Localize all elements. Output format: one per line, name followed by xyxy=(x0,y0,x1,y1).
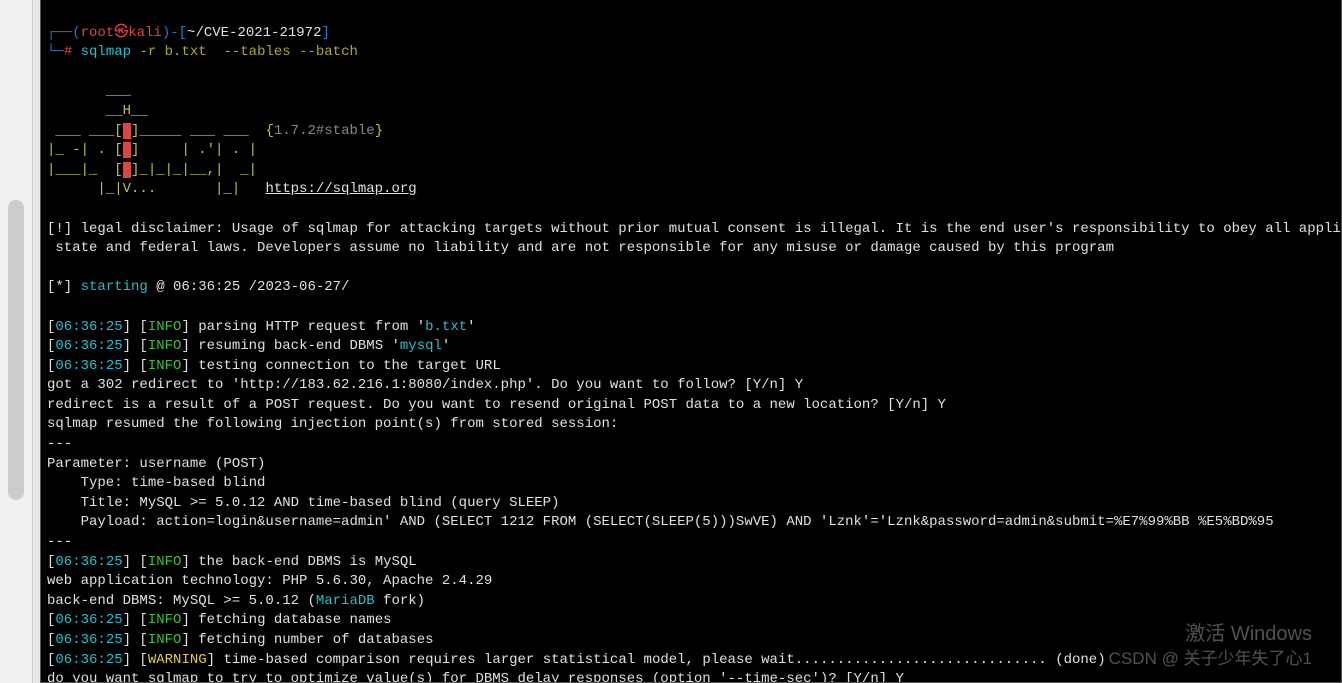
legal-disclaimer: [!] legal disclaimer: Usage of sqlmap fo… xyxy=(47,221,1342,257)
ascii-l5: |___|_ [']_|_|_|__,| _| xyxy=(47,162,257,178)
log-line: [06:36:25] [INFO] parsing HTTP request f… xyxy=(47,319,476,335)
prompt-user: root xyxy=(81,25,115,41)
parameter-block: Parameter: username (POST) Type: time-ba… xyxy=(47,456,1274,531)
log-line: [06:36:25] [INFO] testing connection to … xyxy=(47,358,501,374)
prompt-close: )-[ xyxy=(162,25,187,41)
prompt-corner: ┌──( xyxy=(47,25,81,41)
tech-line: web application technology: PHP 5.6.30, … xyxy=(47,573,492,589)
prompt-hash: # xyxy=(64,44,72,60)
prompt-host: kali xyxy=(128,25,162,41)
cmd-args: -r b.txt --tables --batch xyxy=(139,44,357,60)
cmd-name: sqlmap xyxy=(81,44,131,60)
left-scrollbar-track xyxy=(0,0,33,683)
ascii-l6: |_|V... |_| https://sqlmap.org xyxy=(47,181,417,197)
ascii-l1: ___ xyxy=(47,83,131,99)
separator: --- xyxy=(47,534,72,550)
starting-line: [*] starting @ 06:36:25 /2023-06-27/ xyxy=(47,279,349,295)
ascii-l2: __H__ xyxy=(47,103,148,119)
prompt-line-1: ┌──(root㉿kali)-[~/CVE-2021-21972] xyxy=(47,25,330,41)
plain-text: got a 302 redirect to 'http://183.62.216… xyxy=(47,377,803,393)
backend-line: back-end DBMS: MySQL >= 5.0.12 (MariaDB … xyxy=(47,593,425,609)
separator: --- xyxy=(47,436,72,452)
prompt-path: ~/CVE-2021-21972 xyxy=(187,25,321,41)
prompt-l2-prefix: └─ xyxy=(47,44,64,60)
log-line: [06:36:25] [INFO] fetching database name… xyxy=(47,612,392,628)
log-line: [06:36:25] [INFO] resuming back-end DBMS… xyxy=(47,338,450,354)
plain-text: redirect is a result of a POST request. … xyxy=(47,397,946,413)
sqlmap-url[interactable]: https://sqlmap.org xyxy=(265,181,416,197)
log-line: [06:36:25] [INFO] the back-end DBMS is M… xyxy=(47,554,417,570)
prompt-line-2: └─# sqlmap -r b.txt --tables --batch xyxy=(47,44,358,60)
log-line: [06:36:25] [INFO] fetching number of dat… xyxy=(47,632,434,648)
prompt-at: ㉿ xyxy=(114,25,128,41)
prompt-end: ] xyxy=(321,25,329,41)
ascii-l3: ___ ___[']_____ ___ ___ {1.7.2#stable} xyxy=(47,123,383,139)
csdn-watermark: CSDN @ 关子少年失了心1 xyxy=(1109,647,1312,671)
windows-activation-watermark: 激活 Windows xyxy=(1185,620,1312,648)
terminal-output[interactable]: ┌──(root㉿kali)-[~/CVE-2021-21972] └─# sq… xyxy=(40,0,1342,683)
scrollbar-thumb[interactable] xyxy=(8,200,24,500)
warning-line: [06:36:25] [WARNING] time-based comparis… xyxy=(47,652,1106,668)
plain-text: sqlmap resumed the following injection p… xyxy=(47,416,618,432)
ascii-l4: |_ -| . ['] | .'| . | xyxy=(47,142,257,158)
plain-text: do you want sqlmap to try to optimize va… xyxy=(47,671,904,683)
